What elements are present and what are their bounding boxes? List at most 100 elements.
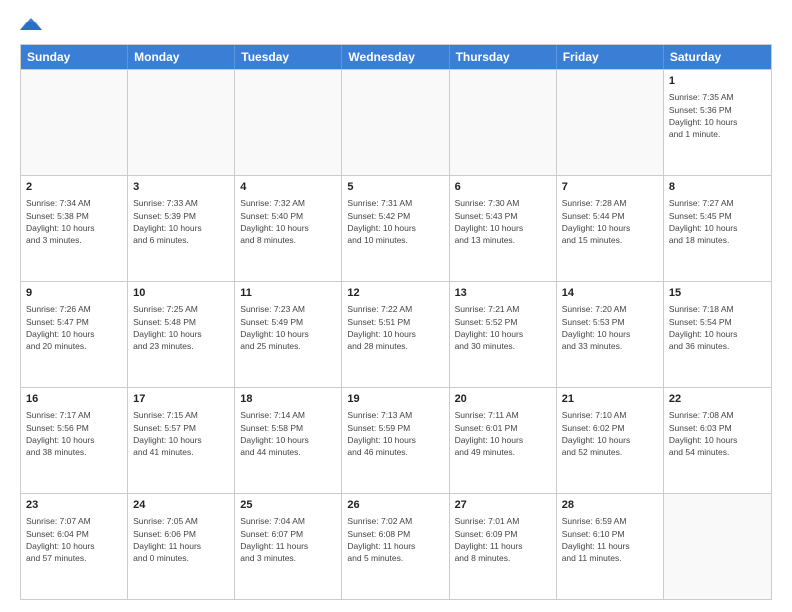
cal-cell-15: 15Sunrise: 7:18 AM Sunset: 5:54 PM Dayli… bbox=[664, 282, 771, 387]
calendar-week-3: 16 Sunrise: 7:17 AM Sunset: 5:56 PM Dayli… bbox=[21, 387, 771, 493]
calendar-week-2: 9 Sunrise: 7:26 AM Sunset: 5:47 PM Daylig… bbox=[21, 281, 771, 387]
cell-day-number: 5 bbox=[347, 180, 443, 195]
col-header-saturday: Saturday bbox=[664, 45, 771, 69]
col-header-thursday: Thursday bbox=[450, 45, 557, 69]
calendar-body: 1 Sunrise: 7:35 AM Sunset: 5:36 PM Daylig… bbox=[21, 69, 771, 599]
cell-info: Sunrise: 7:07 AM Sunset: 6:04 PM Dayligh… bbox=[26, 515, 122, 564]
cell-day-number: 1 bbox=[669, 74, 766, 89]
cell-day-number: 13 bbox=[455, 286, 551, 301]
cal-cell-21: 21 Sunrise: 7:10 AM Sunset: 6:02 PM Dayli… bbox=[557, 388, 664, 493]
cal-cell-empty-6 bbox=[664, 494, 771, 599]
cell-info: Sunrise: 7:30 AM Sunset: 5:43 PM Dayligh… bbox=[455, 197, 551, 246]
cell-day-number: 9 bbox=[26, 286, 122, 301]
cell-info: Sunrise: 7:31 AM Sunset: 5:42 PM Dayligh… bbox=[347, 197, 443, 246]
cell-info: Sunrise: 7:35 AM Sunset: 5:36 PM Dayligh… bbox=[669, 91, 766, 140]
cal-cell-4: 4 Sunrise: 7:32 AM Sunset: 5:40 PM Daylig… bbox=[235, 176, 342, 281]
cell-info: Sunrise: 7:32 AM Sunset: 5:40 PM Dayligh… bbox=[240, 197, 336, 246]
cell-day-number: 21 bbox=[562, 392, 658, 407]
col-header-friday: Friday bbox=[557, 45, 664, 69]
cell-info: Sunrise: 7:27 AM Sunset: 5:45 PM Dayligh… bbox=[669, 197, 766, 246]
cell-info: Sunrise: 7:04 AM Sunset: 6:07 PM Dayligh… bbox=[240, 515, 336, 564]
cell-day-number: 28 bbox=[562, 498, 658, 513]
cell-day-number: 27 bbox=[455, 498, 551, 513]
cell-info: Sunrise: 7:26 AM Sunset: 5:47 PM Dayligh… bbox=[26, 303, 122, 352]
header bbox=[20, 16, 772, 34]
cell-day-number: 23 bbox=[26, 498, 122, 513]
cell-day-number: 22 bbox=[669, 392, 766, 407]
logo-icon bbox=[20, 16, 42, 34]
cal-cell-12: 12 Sunrise: 7:22 AM Sunset: 5:51 PM Dayli… bbox=[342, 282, 449, 387]
cal-cell-9: 9 Sunrise: 7:26 AM Sunset: 5:47 PM Daylig… bbox=[21, 282, 128, 387]
cell-info: Sunrise: 7:25 AM Sunset: 5:48 PM Dayligh… bbox=[133, 303, 229, 352]
cell-day-number: 4 bbox=[240, 180, 336, 195]
cal-cell-8: 8Sunrise: 7:27 AM Sunset: 5:45 PM Daylig… bbox=[664, 176, 771, 281]
calendar-header-row: SundayMondayTuesdayWednesdayThursdayFrid… bbox=[21, 45, 771, 69]
cell-info: Sunrise: 7:23 AM Sunset: 5:49 PM Dayligh… bbox=[240, 303, 336, 352]
calendar-week-1: 2 Sunrise: 7:34 AM Sunset: 5:38 PM Daylig… bbox=[21, 175, 771, 281]
cal-cell-24: 24 Sunrise: 7:05 AM Sunset: 6:06 PM Dayli… bbox=[128, 494, 235, 599]
cal-cell-26: 26Sunrise: 7:02 AM Sunset: 6:08 PM Dayli… bbox=[342, 494, 449, 599]
cal-cell-18: 18Sunrise: 7:14 AM Sunset: 5:58 PM Dayli… bbox=[235, 388, 342, 493]
cal-cell-6: 6 Sunrise: 7:30 AM Sunset: 5:43 PM Daylig… bbox=[450, 176, 557, 281]
calendar: SundayMondayTuesdayWednesdayThursdayFrid… bbox=[20, 44, 772, 600]
col-header-wednesday: Wednesday bbox=[342, 45, 449, 69]
cal-cell-22: 22Sunrise: 7:08 AM Sunset: 6:03 PM Dayli… bbox=[664, 388, 771, 493]
cal-cell-2: 2 Sunrise: 7:34 AM Sunset: 5:38 PM Daylig… bbox=[21, 176, 128, 281]
col-header-tuesday: Tuesday bbox=[235, 45, 342, 69]
cell-info: Sunrise: 7:10 AM Sunset: 6:02 PM Dayligh… bbox=[562, 409, 658, 458]
cell-info: Sunrise: 7:14 AM Sunset: 5:58 PM Dayligh… bbox=[240, 409, 336, 458]
cal-cell-14: 14 Sunrise: 7:20 AM Sunset: 5:53 PM Dayli… bbox=[557, 282, 664, 387]
cell-info: Sunrise: 7:11 AM Sunset: 6:01 PM Dayligh… bbox=[455, 409, 551, 458]
page: SundayMondayTuesdayWednesdayThursdayFrid… bbox=[0, 0, 792, 612]
cell-info: Sunrise: 7:28 AM Sunset: 5:44 PM Dayligh… bbox=[562, 197, 658, 246]
cell-day-number: 16 bbox=[26, 392, 122, 407]
cell-day-number: 10 bbox=[133, 286, 229, 301]
cell-info: Sunrise: 7:17 AM Sunset: 5:56 PM Dayligh… bbox=[26, 409, 122, 458]
cell-day-number: 20 bbox=[455, 392, 551, 407]
cell-day-number: 26 bbox=[347, 498, 443, 513]
cell-day-number: 12 bbox=[347, 286, 443, 301]
cell-day-number: 7 bbox=[562, 180, 658, 195]
cal-cell-empty-5 bbox=[557, 70, 664, 175]
cell-day-number: 24 bbox=[133, 498, 229, 513]
cell-info: Sunrise: 7:20 AM Sunset: 5:53 PM Dayligh… bbox=[562, 303, 658, 352]
cal-cell-28: 28 Sunrise: 6:59 AM Sunset: 6:10 PM Dayli… bbox=[557, 494, 664, 599]
cell-day-number: 6 bbox=[455, 180, 551, 195]
cal-cell-17: 17 Sunrise: 7:15 AM Sunset: 5:57 PM Dayli… bbox=[128, 388, 235, 493]
cell-info: Sunrise: 6:59 AM Sunset: 6:10 PM Dayligh… bbox=[562, 515, 658, 564]
cal-cell-1: 1 Sunrise: 7:35 AM Sunset: 5:36 PM Daylig… bbox=[664, 70, 771, 175]
cal-cell-13: 13 Sunrise: 7:21 AM Sunset: 5:52 PM Dayli… bbox=[450, 282, 557, 387]
cell-day-number: 11 bbox=[240, 286, 336, 301]
cal-cell-empty-1 bbox=[128, 70, 235, 175]
cell-info: Sunrise: 7:18 AM Sunset: 5:54 PM Dayligh… bbox=[669, 303, 766, 352]
cal-cell-7: 7 Sunrise: 7:28 AM Sunset: 5:44 PM Daylig… bbox=[557, 176, 664, 281]
col-header-sunday: Sunday bbox=[21, 45, 128, 69]
cal-cell-11: 11 Sunrise: 7:23 AM Sunset: 5:49 PM Dayli… bbox=[235, 282, 342, 387]
col-header-monday: Monday bbox=[128, 45, 235, 69]
cell-day-number: 14 bbox=[562, 286, 658, 301]
cal-cell-empty-2 bbox=[235, 70, 342, 175]
calendar-week-4: 23 Sunrise: 7:07 AM Sunset: 6:04 PM Dayli… bbox=[21, 493, 771, 599]
logo bbox=[20, 16, 46, 34]
cal-cell-5: 5 Sunrise: 7:31 AM Sunset: 5:42 PM Daylig… bbox=[342, 176, 449, 281]
cal-cell-16: 16 Sunrise: 7:17 AM Sunset: 5:56 PM Dayli… bbox=[21, 388, 128, 493]
cell-info: Sunrise: 7:15 AM Sunset: 5:57 PM Dayligh… bbox=[133, 409, 229, 458]
cal-cell-10: 10 Sunrise: 7:25 AM Sunset: 5:48 PM Dayli… bbox=[128, 282, 235, 387]
cell-day-number: 25 bbox=[240, 498, 336, 513]
cal-cell-empty-4 bbox=[450, 70, 557, 175]
cell-day-number: 2 bbox=[26, 180, 122, 195]
cell-info: Sunrise: 7:34 AM Sunset: 5:38 PM Dayligh… bbox=[26, 197, 122, 246]
cell-day-number: 19 bbox=[347, 392, 443, 407]
cell-info: Sunrise: 7:33 AM Sunset: 5:39 PM Dayligh… bbox=[133, 197, 229, 246]
cell-day-number: 3 bbox=[133, 180, 229, 195]
cal-cell-27: 27 Sunrise: 7:01 AM Sunset: 6:09 PM Dayli… bbox=[450, 494, 557, 599]
cell-info: Sunrise: 7:22 AM Sunset: 5:51 PM Dayligh… bbox=[347, 303, 443, 352]
cell-info: Sunrise: 7:13 AM Sunset: 5:59 PM Dayligh… bbox=[347, 409, 443, 458]
cal-cell-20: 20 Sunrise: 7:11 AM Sunset: 6:01 PM Dayli… bbox=[450, 388, 557, 493]
cal-cell-25: 25 Sunrise: 7:04 AM Sunset: 6:07 PM Dayli… bbox=[235, 494, 342, 599]
cell-info: Sunrise: 7:21 AM Sunset: 5:52 PM Dayligh… bbox=[455, 303, 551, 352]
cell-info: Sunrise: 7:05 AM Sunset: 6:06 PM Dayligh… bbox=[133, 515, 229, 564]
cell-info: Sunrise: 7:01 AM Sunset: 6:09 PM Dayligh… bbox=[455, 515, 551, 564]
cal-cell-empty-3 bbox=[342, 70, 449, 175]
cell-day-number: 17 bbox=[133, 392, 229, 407]
